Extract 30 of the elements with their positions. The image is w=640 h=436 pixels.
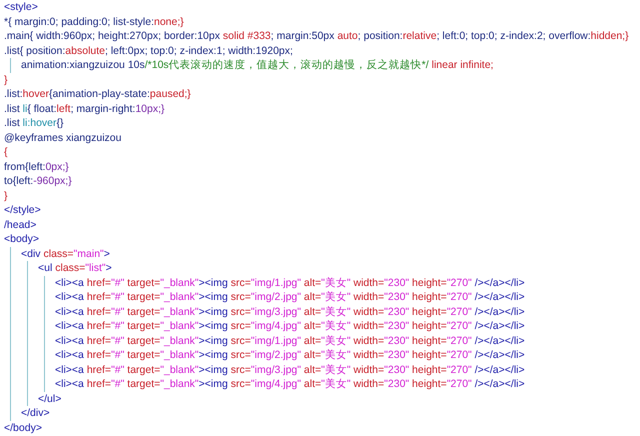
code-line: <li><a href="#" target="_blank"><img src="img/2.jpg" alt="美女" width="230" height="270" /></a></li> xyxy=(55,348,526,362)
code-line: .list{ position:absolute; left:0px; top:0; z-index:1; width:1920px; xyxy=(4,44,294,58)
code-line: .list:hover{animation-play-state:paused;} xyxy=(4,87,192,102)
code-line: @keyframes xiangzuizou xyxy=(4,130,122,145)
code-line: } xyxy=(4,72,9,87)
code-line: .list li:hover{} xyxy=(4,116,65,130)
code-line: <li><a href="#" target="_blank"><img src="img/3.jpg" alt="美女" width="230" height="270" /></a></li> xyxy=(55,304,526,319)
code-line: <li><a href="#" target="_blank"><img src="img/2.jpg" alt="美女" width="230" height="270" /></a></li> xyxy=(55,290,526,304)
code-line: <li><a href="#" target="_blank"><img src="img/1.jpg" alt="美女" width="230" height="270" /></a></li> xyxy=(55,334,526,348)
code-line: <ul class="list"> xyxy=(38,261,113,276)
code-line: to{left:-960px;} xyxy=(4,174,73,188)
code-line: .main{ width:960px; height:270px; border:10px solid #333; margin:50px auto; position:relative; left:0; top:0; z-index:2; overflow:hidden;} xyxy=(4,29,630,44)
code-line: from{left:0px;} xyxy=(4,160,70,174)
code-line: <li><a href="#" target="_blank"><img src="img/3.jpg" alt="美女" width="230" height="270" /></a></li> xyxy=(55,362,526,377)
code-line: <style> xyxy=(4,0,39,14)
code-line: </div> xyxy=(21,406,51,420)
code-line: <li><a href="#" target="_blank"><img src="img/4.jpg" alt="美女" width="230" height="270" /></a></li> xyxy=(55,319,526,334)
code-line: /head> xyxy=(4,218,38,232)
code-line: <body> xyxy=(4,232,40,246)
code-line: </style> xyxy=(4,203,42,218)
code-line: <li><a href="#" target="_blank"><img src="img/1.jpg" alt="美女" width="230" height="270" /></a></li> xyxy=(55,276,526,290)
code-line: { xyxy=(4,145,9,160)
code-line: </body> xyxy=(4,420,43,435)
code-line: animation:xiangzuizou 10s/*10s代表滚动的速度，值越大，滚动的越慢，反之就越快*/ linear infinite; xyxy=(21,58,494,72)
code-line: <li><a href="#" target="_blank"><img src="img/4.jpg" alt="美女" width="230" height="270" /></a></li> xyxy=(55,377,526,392)
code-line: <div class="main"> xyxy=(21,246,111,261)
code-line: *{ margin:0; padding:0; list-style:none;} xyxy=(4,14,185,29)
code-line: } xyxy=(4,188,9,203)
code-line: .list li{ float:left; margin-right:10px;} xyxy=(4,102,166,116)
code-line: </ul> xyxy=(38,392,62,406)
